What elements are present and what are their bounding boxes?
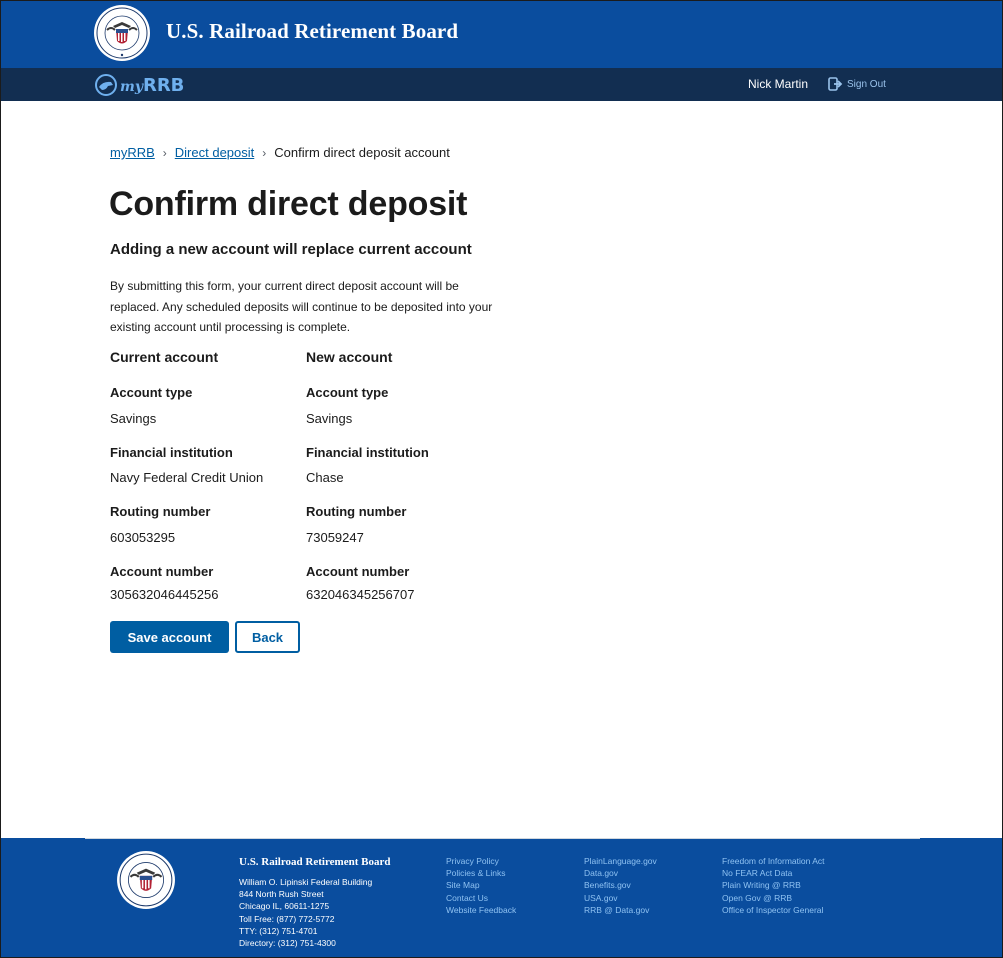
intro-text: By submitting this form, your current di… — [110, 279, 493, 334]
current-routing-value: 603053295 — [110, 530, 176, 545]
new-routing-value: 73059247 — [306, 530, 364, 545]
footer-address-line: Chicago IL, 60611-1275 — [239, 901, 330, 912]
rrb-seal-icon[interactable] — [93, 4, 151, 62]
save-account-button[interactable]: Save account — [110, 621, 229, 653]
footer-link[interactable]: Data.gov — [584, 867, 657, 879]
myrrb-logo-suffix: RRB — [142, 74, 185, 96]
footer-link[interactable]: USA.gov — [584, 892, 657, 904]
current-account-heading: Current account — [110, 349, 219, 365]
footer-link[interactable]: Office of Inspector General — [722, 904, 825, 916]
new-account-section: New account Account type Savings Financi… — [306, 349, 496, 602]
current-account-type-label: Account type — [110, 385, 193, 400]
footer-link[interactable]: Freedom of Information Act — [722, 855, 825, 867]
myrrb-logo-prefix: my — [120, 78, 143, 95]
footer-link[interactable]: Benefits.gov — [584, 879, 657, 891]
chevron-right-icon: › — [262, 145, 267, 160]
footer-links-col-3: Freedom of Information Act No FEAR Act D… — [722, 855, 825, 916]
footer-link[interactable]: Website Feedback — [446, 904, 516, 916]
footer-link[interactable]: Privacy Policy — [446, 855, 516, 867]
footer-link[interactable]: No FEAR Act Data — [722, 867, 825, 879]
footer-link[interactable]: Contact Us — [446, 892, 516, 904]
footer-title: U.S. Railroad Retirement Board — [239, 856, 391, 868]
new-account-heading: New account — [306, 349, 393, 365]
footer-links-col-2: PlainLanguage.gov Data.gov Benefits.gov … — [584, 855, 657, 916]
footer-address-line: 844 North Rush Street — [239, 889, 324, 900]
sign-out-label: Sign Out — [847, 78, 886, 90]
current-account-section: Current account Account type Savings Fin… — [110, 349, 300, 602]
sign-out-icon — [828, 77, 843, 91]
new-institution-label: Financial institution — [306, 445, 429, 460]
current-institution-label: Financial institution — [110, 445, 233, 460]
current-routing-label: Routing number — [110, 504, 211, 519]
new-account-type-value: Savings — [306, 411, 353, 426]
current-account-type-value: Savings — [110, 411, 157, 426]
site-title[interactable]: U.S. Railroad Retirement Board — [166, 19, 458, 44]
footer-link[interactable]: RRB @ Data.gov — [584, 904, 657, 916]
page-title: Confirm direct deposit — [109, 185, 468, 223]
footer-link[interactable]: Site Map — [446, 879, 516, 891]
footer-link[interactable]: Policies & Links — [446, 867, 516, 879]
breadcrumb-link-myrrb[interactable]: myRRB — [110, 145, 155, 160]
app-nav-bar: myRRB Nick Martin Sign Out — [1, 68, 1002, 101]
myrrb-logo[interactable]: myRRB — [94, 73, 184, 97]
new-account-number-value: 632046345256707 — [306, 587, 415, 602]
site-header: U.S. Railroad Retirement Board — [1, 1, 1002, 68]
footer-address: William O. Lipinski Federal Building 844… — [239, 876, 372, 949]
footer-link[interactable]: Plain Writing @ RRB — [722, 879, 825, 891]
breadcrumb-current: Confirm direct deposit account — [274, 145, 450, 160]
breadcrumb-link-direct-deposit[interactable]: Direct deposit — [175, 145, 254, 160]
new-account-number-label: Account number — [306, 564, 410, 579]
footer-address-line: William O. Lipinski Federal Building — [239, 877, 373, 887]
footer-address-line: TTY: (312) 751-4701 — [239, 925, 318, 936]
footer-address-line: Directory: (312) 751-4300 — [239, 938, 336, 949]
new-institution-value: Chase — [306, 470, 344, 485]
new-account-type-label: Account type — [306, 385, 389, 400]
breadcrumb: myRRB › Direct deposit › Confirm direct … — [110, 145, 450, 160]
footer-address-line: Toll Free: (877) 772-5772 — [239, 913, 335, 924]
sign-out-link[interactable]: Sign Out — [828, 77, 886, 91]
footer-links-col-1: Privacy Policy Policies & Links Site Map… — [446, 855, 516, 916]
footer-link[interactable]: Open Gov @ RRB — [722, 892, 825, 904]
user-name: Nick Martin — [748, 77, 809, 91]
new-routing-label: Routing number — [306, 504, 407, 519]
chevron-right-icon: › — [162, 145, 167, 160]
footer-link[interactable]: PlainLanguage.gov — [584, 855, 657, 867]
site-footer: U.S. Railroad Retirement Board William O… — [1, 838, 1002, 957]
back-button[interactable]: Back — [235, 621, 300, 653]
current-account-number-label: Account number — [110, 564, 214, 579]
replace-warning-heading: Adding a new account will replace curren… — [110, 241, 472, 258]
myrrb-logo-text: myRRB — [120, 75, 184, 96]
page: U.S. Railroad Retirement Board myRRB Nic… — [0, 0, 1003, 958]
current-account-number-value: 305632046445256 — [110, 587, 219, 602]
myrrb-logo-icon — [95, 74, 117, 96]
current-institution-value: Navy Federal Credit Union — [110, 470, 264, 485]
footer-divider — [85, 838, 920, 839]
rrb-seal-icon — [117, 851, 175, 909]
